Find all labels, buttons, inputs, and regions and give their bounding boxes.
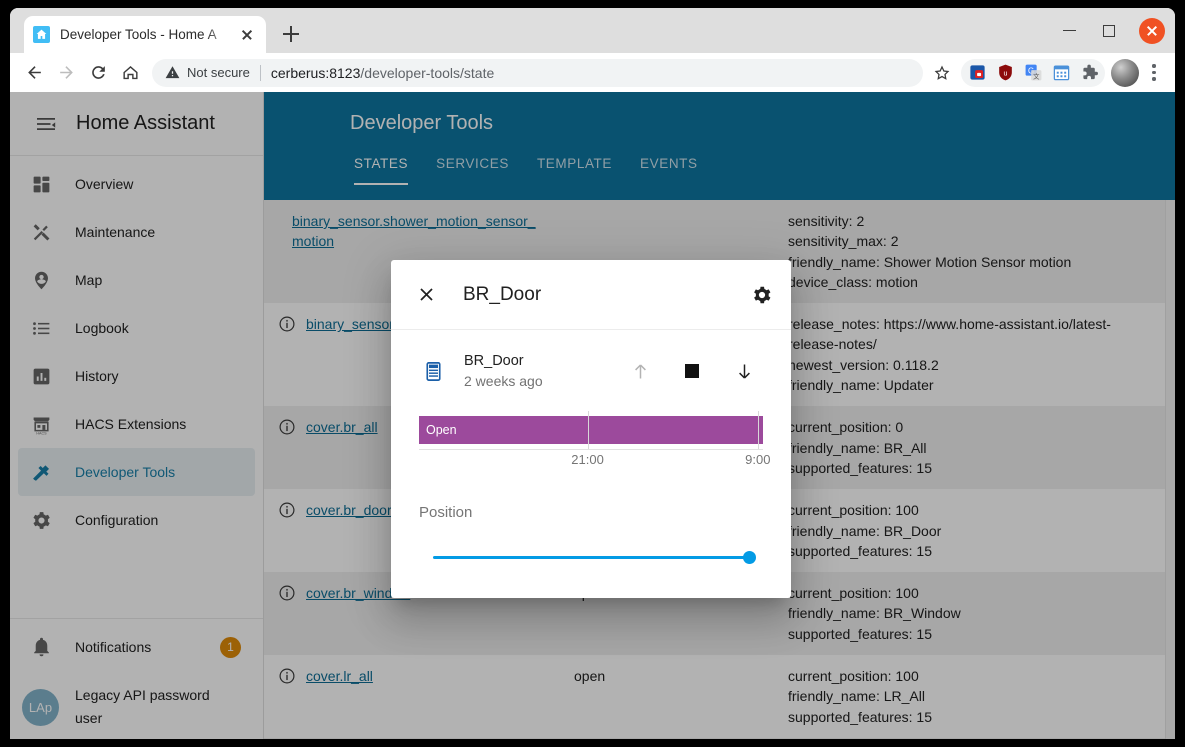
position-label: Position <box>419 504 473 522</box>
history-baseline <box>419 449 763 451</box>
bookmark-star-icon[interactable] <box>929 60 955 86</box>
pocket-icon[interactable] <box>964 60 990 86</box>
history-tick: 9:00 <box>745 452 771 468</box>
history-gridline <box>757 411 759 451</box>
home-button[interactable] <box>114 57 146 89</box>
page-viewport: Home Assistant Overview Maintenance Map … <box>10 92 1175 739</box>
url-path: /developer-tools/state <box>360 64 495 81</box>
extensions-pill: u G文 <box>961 58 1105 87</box>
history-state-bar[interactable]: Open <box>419 416 763 445</box>
url-host: cerberus:8123 <box>270 64 361 81</box>
stop-square-icon <box>685 364 699 379</box>
history-gridline <box>587 411 589 451</box>
entity-more-info-dialog: BR_Door BR_Door 2 weeks ago Open 21:00 9… <box>391 260 791 599</box>
tab-strip: Developer Tools - Home A <box>10 8 1175 53</box>
window-controls <box>1049 8 1175 53</box>
close-icon[interactable] <box>411 280 441 310</box>
position-slider[interactable] <box>419 546 763 568</box>
stop-cover-button[interactable] <box>677 356 707 386</box>
puzzle-extensions-icon[interactable] <box>1076 60 1102 86</box>
entity-identity: BR_Door 2 weeks ago <box>464 352 543 390</box>
dialog-header: BR_Door <box>391 260 791 330</box>
history-tick-labels: 21:00 9:00 <box>419 452 770 474</box>
svg-text:u: u <box>1003 69 1007 77</box>
profile-avatar[interactable] <box>1111 58 1139 87</box>
entity-name: BR_Door <box>464 353 524 369</box>
home-assistant-favicon-icon <box>33 26 50 43</box>
maximize-button[interactable] <box>1089 8 1129 53</box>
entity-row: BR_Door 2 weeks ago <box>419 352 763 390</box>
chrome-menu-button[interactable] <box>1141 58 1167 88</box>
reload-button[interactable] <box>82 57 114 89</box>
svg-text:文: 文 <box>1033 71 1040 80</box>
history-chart: Open 21:00 9:00 <box>419 411 770 474</box>
close-cover-button[interactable] <box>729 356 759 386</box>
omnibox-divider <box>259 64 261 81</box>
dialog-body: BR_Door 2 weeks ago Open 21:00 9:00 Posi… <box>391 330 791 598</box>
close-window-button[interactable] <box>1129 8 1175 53</box>
entity-last-changed: 2 weeks ago <box>464 372 543 389</box>
tab-close-icon[interactable] <box>237 25 257 45</box>
history-track: Open <box>419 411 763 451</box>
cover-controls <box>625 356 763 386</box>
new-tab-button[interactable] <box>278 21 304 47</box>
url-text: cerberus:8123/developer-tools/state <box>271 65 494 81</box>
security-label: Not secure <box>187 65 250 80</box>
open-cover-button[interactable] <box>625 356 655 386</box>
browser-tab[interactable]: Developer Tools - Home A <box>24 16 266 53</box>
gear-icon[interactable] <box>747 280 777 310</box>
warning-triangle-icon <box>165 66 180 79</box>
browser-toolbar: Not secure cerberus:8123/developer-tools… <box>10 53 1175 92</box>
slider-knob[interactable] <box>742 551 756 565</box>
ublock-origin-icon[interactable]: u <box>992 60 1018 86</box>
tab-title: Developer Tools - Home A <box>60 27 217 42</box>
window-shutter-icon <box>419 360 447 383</box>
slider-rail <box>433 556 749 559</box>
history-tick: 21:00 <box>571 452 604 468</box>
calendar-icon[interactable] <box>1048 60 1074 86</box>
minimize-button[interactable] <box>1049 8 1089 53</box>
address-bar[interactable]: Not secure cerberus:8123/developer-tools… <box>152 58 923 87</box>
back-button[interactable] <box>18 57 50 89</box>
browser-window: Developer Tools - Home A Not secure cerb… <box>10 8 1175 739</box>
history-state-label: Open <box>426 423 457 438</box>
forward-button[interactable] <box>50 57 82 89</box>
security-indicator[interactable]: Not secure <box>165 65 250 80</box>
dialog-title: BR_Door <box>463 283 542 305</box>
google-translate-icon[interactable]: G文 <box>1020 60 1046 86</box>
